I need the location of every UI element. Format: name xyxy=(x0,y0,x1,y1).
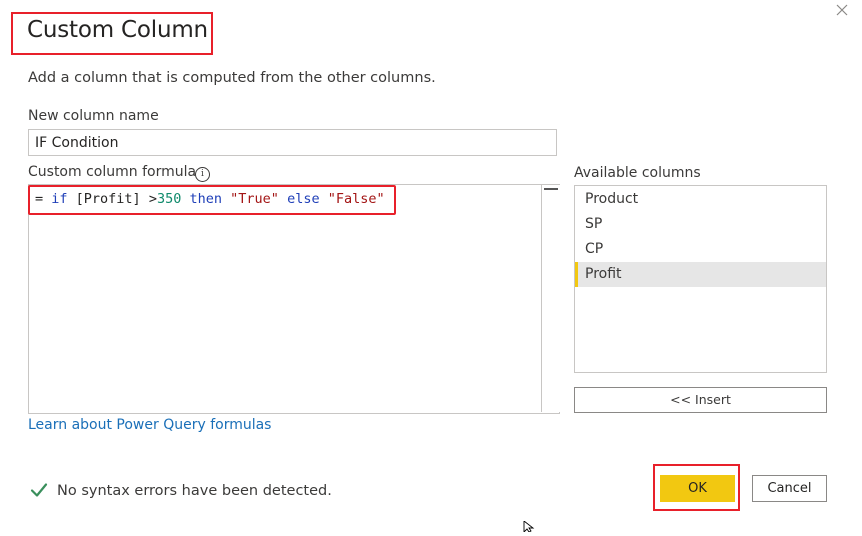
ok-button[interactable]: OK xyxy=(660,475,735,502)
syntax-status-text: No syntax errors have been detected. xyxy=(57,483,332,499)
cancel-button[interactable]: Cancel xyxy=(752,475,827,502)
insert-button[interactable]: << Insert xyxy=(574,387,827,413)
mouse-pointer-glyph xyxy=(523,520,535,534)
column-item-sp[interactable]: SP xyxy=(575,212,826,237)
close-icon-glyph xyxy=(836,4,848,16)
formula-label: Custom column formula xyxy=(28,164,197,180)
learn-power-query-link[interactable]: Learn about Power Query formulas xyxy=(28,417,271,433)
close-icon[interactable] xyxy=(834,2,850,18)
new-column-name-input[interactable] xyxy=(28,129,557,156)
check-icon-glyph xyxy=(30,483,48,497)
available-columns-label: Available columns xyxy=(574,165,701,181)
formula-annotation-box xyxy=(28,185,396,215)
dialog-subtitle: Add a column that is computed from the o… xyxy=(28,70,436,86)
formula-editor-scrollbar[interactable] xyxy=(541,185,560,412)
scrollbar-thumb[interactable] xyxy=(544,188,558,190)
column-item-profit[interactable]: Profit xyxy=(575,262,826,287)
column-item-product[interactable]: Product xyxy=(575,187,826,212)
formula-editor[interactable] xyxy=(28,184,560,414)
column-item-cp[interactable]: CP xyxy=(575,237,826,262)
dialog-title: Custom Column xyxy=(27,17,208,43)
mouse-pointer-icon xyxy=(523,517,535,534)
check-icon xyxy=(29,480,49,500)
new-column-name-label: New column name xyxy=(28,108,159,124)
info-icon[interactable]: i xyxy=(195,167,210,182)
